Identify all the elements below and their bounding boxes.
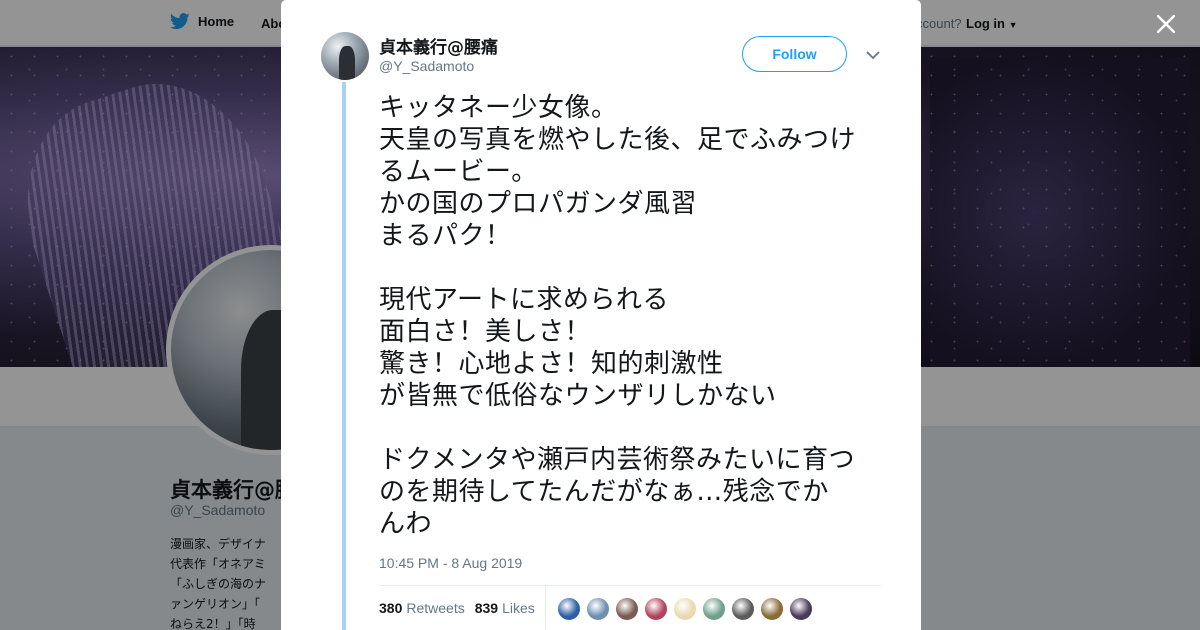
tweet-text-line: 天皇の写真を燃やした後、足でふみつけ bbox=[379, 125, 857, 155]
tweet-text-line: 面白さ！美しさ！ bbox=[379, 317, 592, 347]
liker-avatar-5[interactable] bbox=[673, 597, 697, 621]
tweet-text-line: んわ bbox=[379, 509, 433, 539]
liker-avatar-9[interactable] bbox=[789, 597, 813, 621]
author-name[interactable]: 貞本義行@腰痛 bbox=[379, 33, 498, 58]
tweet-text-line: キッタネー少女像。 bbox=[379, 93, 618, 123]
tweet-text-line: ドクメンタや瀬戸内芸術祭みたいに育つ bbox=[379, 445, 855, 475]
liker-avatar-6[interactable] bbox=[702, 597, 726, 621]
chevron-down-icon bbox=[866, 50, 880, 59]
close-icon bbox=[1157, 15, 1175, 33]
tweet-text-line: かの国のプロパガンダ風習 bbox=[379, 189, 698, 219]
tweet-stats: 380 Retweets 839 Likes bbox=[379, 600, 535, 616]
liker-avatar-3[interactable] bbox=[615, 597, 639, 621]
liker-avatar-8[interactable] bbox=[760, 597, 784, 621]
retweets-count: 380 bbox=[379, 600, 403, 616]
stats-divider bbox=[379, 585, 881, 586]
thread-line bbox=[342, 82, 346, 630]
stats-separator bbox=[545, 586, 546, 630]
liker-avatars bbox=[557, 597, 813, 621]
tweet-text-line: まるパク！ bbox=[379, 221, 512, 251]
liker-avatar-2[interactable] bbox=[586, 597, 610, 621]
tweet-modal: 貞本義行@腰痛 @Y_Sadamoto Follow キッタネー少女像。 天皇の… bbox=[281, 0, 921, 630]
tweet-text-line bbox=[379, 252, 889, 284]
author-avatar[interactable] bbox=[321, 32, 369, 80]
follow-button[interactable]: Follow bbox=[742, 36, 847, 72]
tweet-text-line: のを期待してたんだがなぁ…残念でか bbox=[379, 477, 829, 507]
tweet-text-line: 現代アートに求められる bbox=[379, 285, 669, 315]
retweets-label: Retweets bbox=[406, 600, 465, 616]
likes-count: 839 bbox=[474, 600, 499, 616]
tweet-text: キッタネー少女像。 天皇の写真を燃やした後、足でふみつけ るムービー。 かの国の… bbox=[379, 92, 889, 540]
tweet-timestamp[interactable]: 10:45 PM - 8 Aug 2019 bbox=[379, 555, 522, 571]
retweets-stat[interactable]: 380 Retweets bbox=[379, 600, 465, 616]
liker-avatar-7[interactable] bbox=[731, 597, 755, 621]
tweet-text-line bbox=[379, 412, 889, 444]
likes-label: Likes bbox=[502, 600, 535, 616]
tweet-text-line: るムービー。 bbox=[379, 157, 538, 187]
liker-avatar-4[interactable] bbox=[644, 597, 668, 621]
likes-stat[interactable]: 839 Likes bbox=[475, 600, 535, 616]
author-handle[interactable]: @Y_Sadamoto bbox=[379, 58, 474, 74]
liker-avatar-1[interactable] bbox=[557, 597, 581, 621]
close-button[interactable] bbox=[1152, 10, 1180, 38]
tweet-text-line: が皆無で低俗なウンザリしかない bbox=[379, 381, 777, 411]
more-options-button[interactable] bbox=[863, 46, 883, 64]
tweet-text-line: 驚き！心地よさ！知的刺激性 bbox=[379, 349, 724, 379]
